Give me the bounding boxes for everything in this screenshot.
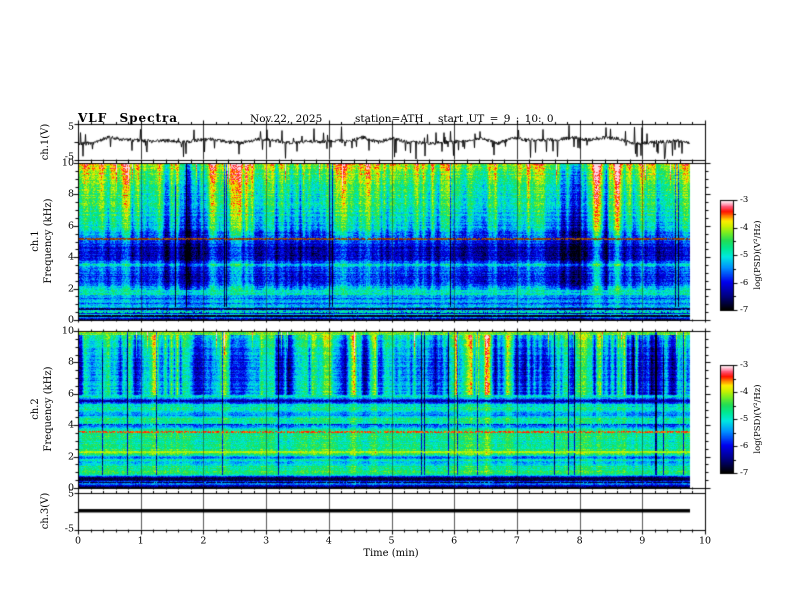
ch1-freq-tick-label: 8 [67,188,74,200]
vlf-spectra-screen: VLF Spectra Nov.22, 2025 station=ATH sta… [0,0,792,612]
time-tick-label: 7 [513,535,520,547]
ch2-freq-tick-label: 8 [67,356,74,368]
plots-canvas [0,0,792,612]
time-tick-label: 10 [698,535,712,547]
ch1-freq-tick-label: 6 [67,220,74,232]
ch2-freq-tick-label: 0 [67,482,74,494]
ch3-voltage-ylabel: ch.3(V) [40,492,51,530]
ch1-spectrogram-ylabel-channel: ch.1 [30,230,41,252]
colorbar1-tick-label: -6 [740,277,749,288]
ch1-freq-tick-label: 10 [61,157,74,169]
ch2-freq-tick-label: 2 [67,450,74,462]
header-station: station=ATH [355,113,424,125]
ch1-voltage-ylabel: ch.1(V) [40,123,51,161]
ch3-voltage-tick-minus5: -5 [64,523,74,535]
colorbar1-tick-label: -5 [740,249,749,260]
header-start-ut: start UT = 9 : 10: 0 [438,113,554,125]
ch2-spectrogram-ylabel-channel: ch.2 [30,398,41,420]
colorbar1-tick-label: -3 [740,194,749,205]
time-tick-label: 0 [74,535,82,547]
colorbar2-tick-label: -6 [740,440,749,451]
colorbar2-tick-label: -3 [740,359,749,370]
time-tick-label: 9 [639,535,646,547]
colorbar2-tick-label: -7 [740,467,749,478]
ch2-spectrogram-ylabel-frequency: Frequency (kHz) [43,366,54,452]
colorbar1-label: log(PSD)(V²/Hz) [752,220,763,290]
ch1-freq-tick-label: 0 [67,314,74,326]
time-axis-label: Time (min) [363,548,419,559]
colorbar1-tick-label: -4 [740,222,749,233]
time-tick-label: 3 [263,535,270,547]
time-tick-label: 8 [576,535,583,547]
colorbar2-label: log(PSD)(V²/Hz) [752,384,763,454]
colorbar1-tick-label: -7 [740,304,749,315]
ch2-freq-tick-label: 4 [67,419,74,431]
header-date: Nov.22, 2025 [250,113,323,125]
time-tick-label: 4 [325,535,332,547]
time-tick-label: 6 [451,535,458,547]
ch2-freq-tick-label: 10 [61,325,74,337]
ch2-freq-tick-label: 6 [67,388,74,400]
ch1-freq-tick-label: 4 [67,251,74,263]
colorbar2-tick-label: -4 [740,386,749,397]
ch1-spectrogram-ylabel-frequency: Frequency (kHz) [43,198,54,284]
page-title: VLF Spectra [78,111,179,125]
ch1-voltage-tick-5: 5 [67,121,74,133]
time-tick-label: 5 [388,535,395,547]
time-tick-label: 1 [137,535,144,547]
colorbar2-tick-label: -5 [740,413,749,424]
time-tick-label: 2 [200,535,207,547]
ch1-freq-tick-label: 2 [67,282,74,294]
